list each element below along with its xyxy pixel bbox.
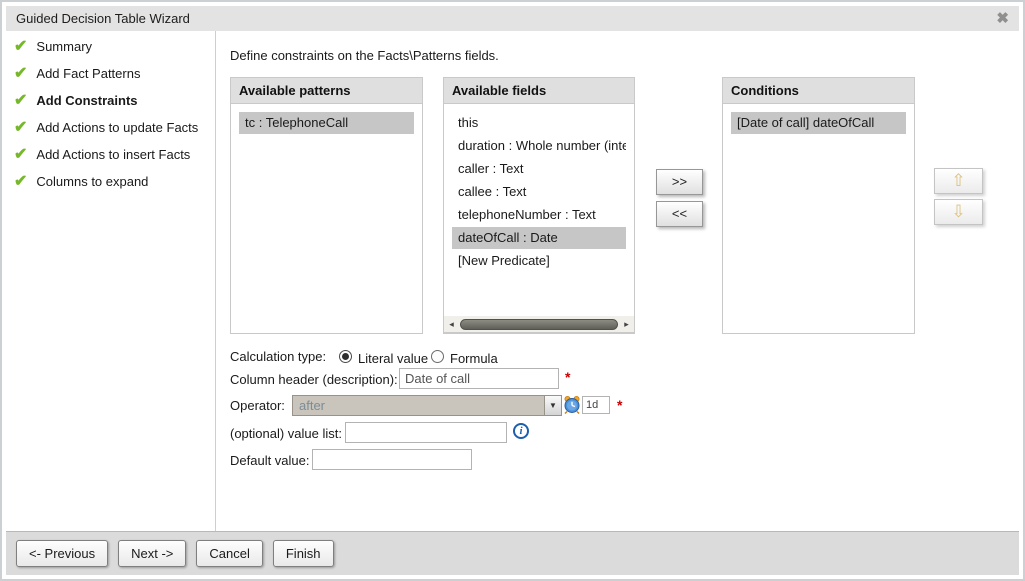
literal-value-radio[interactable]	[339, 350, 352, 363]
check-icon: ✔	[14, 120, 27, 136]
value-list-label: (optional) value list:	[230, 426, 342, 441]
formula-radio-label[interactable]: Formula	[450, 351, 498, 366]
sidebar-step-add-actions-to-insert-facts[interactable]: ✔ Add Actions to insert Facts	[6, 141, 214, 168]
scroll-right-icon[interactable]: ▸	[619, 317, 634, 332]
conditions-panel: Conditions [Date of call] dateOfCall	[722, 77, 915, 334]
list-item[interactable]: [New Predicate]	[452, 250, 626, 272]
down-arrow-icon: ⇩	[951, 202, 965, 221]
list-item[interactable]: caller : Text	[452, 158, 626, 180]
date-clock-icon[interactable]	[563, 395, 581, 414]
list-item[interactable]: this	[452, 112, 626, 134]
check-icon: ✔	[14, 174, 27, 190]
window-title: Guided Decision Table Wizard	[16, 6, 190, 31]
operator-select[interactable]: after ▼	[292, 395, 562, 416]
required-marker: *	[565, 369, 570, 385]
available-patterns-title: Available patterns	[231, 78, 422, 104]
page-instruction: Define constraints on the Facts\Patterns…	[230, 48, 499, 63]
step-label: Add Constraints	[36, 93, 137, 108]
available-patterns-list: tc : TelephoneCall	[231, 104, 422, 143]
operator-label: Operator:	[230, 398, 285, 413]
conditions-list: [Date of call] dateOfCall	[723, 104, 914, 143]
add-condition-button[interactable]: >>	[656, 169, 703, 195]
previous-button[interactable]: <- Previous	[16, 540, 108, 567]
calculation-type-label: Calculation type:	[230, 349, 326, 364]
default-value-label: Default value:	[230, 453, 310, 468]
scroll-left-icon[interactable]: ◂	[444, 317, 459, 332]
column-header-input[interactable]	[399, 368, 559, 389]
check-icon: ✔	[14, 66, 27, 82]
column-header-label: Column header (description):	[230, 372, 398, 387]
step-label: Summary	[36, 39, 92, 54]
list-item[interactable]: dateOfCall : Date	[452, 227, 626, 249]
value-list-input[interactable]	[345, 422, 507, 443]
fields-horizontal-scrollbar[interactable]: ◂ ▸	[443, 316, 635, 333]
step-label: Add Actions to update Facts	[36, 120, 198, 135]
check-icon: ✔	[14, 147, 27, 163]
move-up-button[interactable]: ⇧	[934, 168, 983, 194]
wizard-dialog: Guided Decision Table Wizard ✖ ✔Summary✔…	[0, 0, 1025, 581]
list-item[interactable]: tc : TelephoneCall	[239, 112, 414, 134]
available-fields-title: Available fields	[444, 78, 634, 104]
up-arrow-icon: ⇧	[951, 171, 965, 190]
finish-button[interactable]: Finish	[273, 540, 334, 567]
check-icon: ✔	[14, 39, 27, 55]
wizard-steps: ✔ Summary ✔ Add Fact Patterns ✔ Add Constrain…	[6, 33, 214, 195]
next-button[interactable]: Next ->	[118, 540, 186, 567]
step-label: Columns to expand	[36, 174, 148, 189]
wizard-footer: <- Previous Next -> Cancel Finish	[6, 531, 1019, 575]
available-fields-panel: Available fields thisduration : Whole nu…	[443, 77, 635, 334]
default-value-input[interactable]	[312, 449, 472, 470]
sidebar-divider	[215, 31, 216, 535]
move-down-button[interactable]: ⇩	[934, 199, 983, 225]
required-marker: *	[617, 397, 622, 413]
step-label: Add Actions to insert Facts	[36, 147, 190, 162]
scrollbar-thumb[interactable]	[460, 319, 618, 330]
formula-radio[interactable]	[431, 350, 444, 363]
operator-extra-input[interactable]	[582, 396, 610, 414]
list-item[interactable]: [Date of call] dateOfCall	[731, 112, 906, 134]
list-item[interactable]: duration : Whole number (integer)	[452, 135, 626, 157]
remove-condition-button[interactable]: <<	[656, 201, 703, 227]
sidebar-step-add-actions-to-update-facts[interactable]: ✔ Add Actions to update Facts	[6, 114, 214, 141]
info-icon[interactable]: i	[513, 423, 529, 439]
available-fields-list: thisduration : Whole number (integer)cal…	[444, 104, 634, 281]
step-label: Add Fact Patterns	[36, 66, 140, 81]
literal-value-radio-label[interactable]: Literal value	[358, 351, 428, 366]
sidebar-step-add-constraints[interactable]: ✔ Add Constraints	[6, 87, 214, 114]
dropdown-arrow-icon[interactable]: ▼	[544, 396, 561, 415]
sidebar-step-summary[interactable]: ✔ Summary	[6, 33, 214, 60]
title-bar: Guided Decision Table Wizard ✖	[6, 6, 1019, 31]
conditions-title: Conditions	[723, 78, 914, 104]
available-patterns-panel: Available patterns tc : TelephoneCall	[230, 77, 423, 334]
operator-selected-value: after	[299, 396, 325, 415]
check-icon: ✔	[14, 93, 27, 109]
sidebar-step-add-fact-patterns[interactable]: ✔ Add Fact Patterns	[6, 60, 214, 87]
close-icon[interactable]: ✖	[996, 9, 1009, 27]
cancel-button[interactable]: Cancel	[196, 540, 262, 567]
list-item[interactable]: callee : Text	[452, 181, 626, 203]
sidebar-step-columns-to-expand[interactable]: ✔ Columns to expand	[6, 168, 214, 195]
list-item[interactable]: telephoneNumber : Text	[452, 204, 626, 226]
